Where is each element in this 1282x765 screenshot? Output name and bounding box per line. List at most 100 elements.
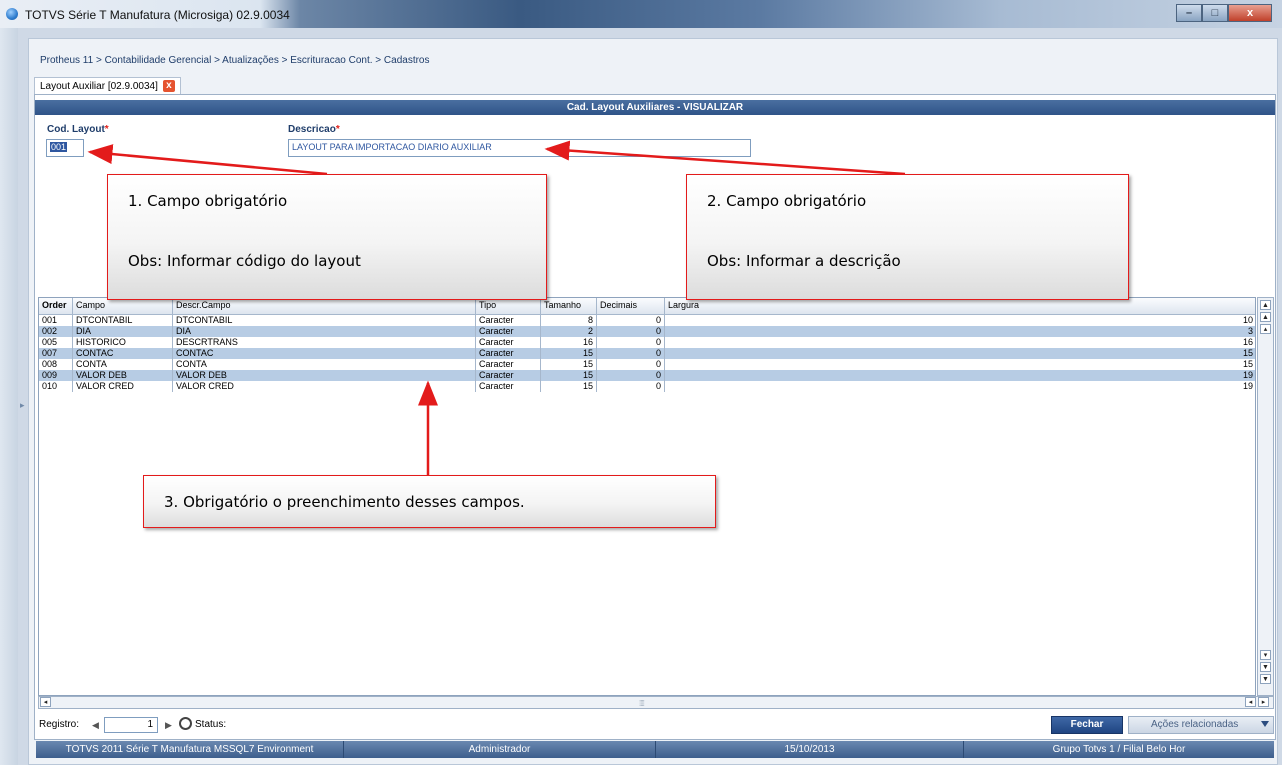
table-row[interactable]: 007 CONTAC CONTAC Caracter 15 0 15 bbox=[39, 348, 1255, 359]
cell-campo: DTCONTABIL bbox=[73, 315, 173, 326]
cell-tipo: Caracter bbox=[476, 370, 541, 381]
cod-layout-label: Cod. Layout* bbox=[47, 124, 109, 135]
scroll-page-down-icon[interactable]: ▼ bbox=[1260, 662, 1271, 672]
cell-largura: 19 bbox=[665, 370, 1255, 381]
left-frame bbox=[0, 28, 18, 765]
window-title: TOTVS Série T Manufatura (Microsiga) 02.… bbox=[25, 8, 290, 22]
registro-field[interactable]: 1 bbox=[104, 717, 158, 733]
fechar-button[interactable]: Fechar bbox=[1051, 716, 1123, 734]
record-next-icon[interactable]: ▶ bbox=[165, 720, 172, 731]
cell-campo: CONTAC bbox=[73, 348, 173, 359]
cell-largura: 3 bbox=[665, 326, 1255, 337]
cell-tipo: Caracter bbox=[476, 337, 541, 348]
scroll-left-icon[interactable]: ◂ bbox=[40, 697, 51, 707]
cell-campo: CONTA bbox=[73, 359, 173, 370]
status-bar: TOTVS 2011 Série T Manufatura MSSQL7 Env… bbox=[36, 741, 1274, 758]
cod-layout-label-text: Cod. Layout bbox=[47, 124, 105, 135]
status-user: Administrador bbox=[344, 741, 656, 758]
scroll-right-icon[interactable]: ▸ bbox=[1258, 697, 1269, 707]
record-prev-icon[interactable]: ◀ bbox=[92, 720, 99, 731]
scroll-first-icon[interactable]: ▲ bbox=[1260, 300, 1271, 310]
cell-tipo: Caracter bbox=[476, 326, 541, 337]
tab-close-icon[interactable]: x bbox=[162, 80, 175, 92]
cell-tamanho: 2 bbox=[541, 326, 597, 337]
cell-order: 005 bbox=[39, 337, 73, 348]
cell-order: 001 bbox=[39, 315, 73, 326]
cell-tamanho: 16 bbox=[541, 337, 597, 348]
cell-decimais: 0 bbox=[597, 370, 665, 381]
scroll-left-end-icon[interactable]: ◂ bbox=[1245, 697, 1256, 707]
cell-tamanho: 15 bbox=[541, 370, 597, 381]
registro-label: Registro: bbox=[39, 719, 80, 730]
minimize-button[interactable]: – bbox=[1176, 4, 1202, 22]
col-header-descr-campo[interactable]: Descr.Campo bbox=[173, 298, 476, 315]
table-row[interactable]: 010 VALOR CRED VALOR CRED Caracter 15 0 … bbox=[39, 381, 1255, 392]
cell-campo: DIA bbox=[73, 326, 173, 337]
scroll-grip-icon[interactable]: ⁞⁞⁞⁞ bbox=[639, 699, 645, 708]
scroll-page-up-icon[interactable]: ▲ bbox=[1260, 312, 1271, 322]
descricao-field[interactable]: LAYOUT PARA IMPORTACAO DIARIO AUXILIAR bbox=[288, 139, 751, 157]
window-titlebar: TOTVS Série T Manufatura (Microsiga) 02.… bbox=[0, 0, 1282, 28]
required-mark: * bbox=[104, 124, 109, 135]
tab-label: Layout Auxiliar [02.9.0034] bbox=[40, 80, 158, 92]
col-header-largura[interactable]: Largura bbox=[665, 298, 1255, 315]
cell-decimais: 0 bbox=[597, 326, 665, 337]
col-header-tipo[interactable]: Tipo bbox=[476, 298, 541, 315]
table-row[interactable]: 008 CONTA CONTA Caracter 15 0 15 bbox=[39, 359, 1255, 370]
col-header-campo[interactable]: Campo bbox=[73, 298, 173, 315]
cell-tamanho: 15 bbox=[541, 381, 597, 392]
cell-largura: 15 bbox=[665, 359, 1255, 370]
status-environment: TOTVS 2011 Série T Manufatura MSSQL7 Env… bbox=[36, 741, 344, 758]
callout-3-text: 3. Obrigatório o preenchimento desses ca… bbox=[164, 493, 525, 511]
cell-largura: 16 bbox=[665, 337, 1255, 348]
status-branch: Grupo Totvs 1 / Filial Belo Hor bbox=[1052, 744, 1186, 755]
cod-layout-value: 001 bbox=[50, 142, 68, 152]
cell-descr-campo: VALOR CRED bbox=[173, 381, 476, 392]
scroll-up-icon[interactable]: ▴ bbox=[1260, 324, 1271, 334]
table-row[interactable]: 005 HISTORICO DESCRTRANS Caracter 16 0 1… bbox=[39, 337, 1255, 348]
grid-header: Order Campo Descr.Campo Tipo Tamanho Dec… bbox=[39, 298, 1255, 315]
cell-order: 007 bbox=[39, 348, 73, 359]
cell-largura: 10 bbox=[665, 315, 1255, 326]
table-row[interactable]: 002 DIA DIA Caracter 2 0 3 bbox=[39, 326, 1255, 337]
cell-tipo: Caracter bbox=[476, 381, 541, 392]
col-header-tamanho[interactable]: Tamanho bbox=[541, 298, 597, 315]
cell-largura: 19 bbox=[665, 381, 1255, 392]
cell-tipo: Caracter bbox=[476, 348, 541, 359]
acoes-relacionadas-button[interactable]: Ações relacionadas bbox=[1128, 716, 1274, 734]
cell-decimais: 0 bbox=[597, 359, 665, 370]
cell-descr-campo: DESCRTRANS bbox=[173, 337, 476, 348]
cod-layout-field[interactable]: 001 bbox=[46, 139, 84, 157]
close-window-button[interactable]: x bbox=[1228, 4, 1272, 22]
scroll-down-icon[interactable]: ▾ bbox=[1260, 650, 1271, 660]
search-icon[interactable] bbox=[179, 717, 192, 730]
descricao-label-text: Descricao bbox=[288, 124, 336, 135]
cell-descr-campo: VALOR DEB bbox=[173, 370, 476, 381]
status-date: 15/10/2013 bbox=[656, 741, 964, 758]
breadcrumb: Protheus 11 > Contabilidade Gerencial > … bbox=[40, 55, 430, 66]
scroll-last-icon[interactable]: ▼ bbox=[1260, 674, 1271, 684]
cell-largura: 15 bbox=[665, 348, 1255, 359]
cell-campo: VALOR DEB bbox=[73, 370, 173, 381]
cell-tamanho: 15 bbox=[541, 359, 597, 370]
grid-horizontal-scrollbar[interactable]: ◂ ⁞⁞⁞⁞ ◂ ▸ bbox=[38, 696, 1274, 709]
acoes-relacionadas-label: Ações relacionadas bbox=[1151, 719, 1239, 730]
grid-vertical-scrollbar[interactable]: ▲ ▲ ▴ ▾ ▼ ▼ bbox=[1257, 297, 1274, 696]
callout-cod-layout: 1. Campo obrigatório Obs: Informar códig… bbox=[107, 174, 547, 300]
callout-descricao: 2. Campo obrigatório Obs: Informar a des… bbox=[686, 174, 1129, 300]
col-header-decimais[interactable]: Decimais bbox=[597, 298, 665, 315]
tab-layout-auxiliar[interactable]: Layout Auxiliar [02.9.0034] x bbox=[34, 77, 181, 94]
table-row[interactable]: 009 VALOR DEB VALOR DEB Caracter 15 0 19 bbox=[39, 370, 1255, 381]
col-header-order[interactable]: Order bbox=[39, 298, 73, 315]
cell-descr-campo: CONTA bbox=[173, 359, 476, 370]
expand-panel-handle-icon[interactable]: ▸ bbox=[20, 400, 25, 411]
callout-2-note: Obs: Informar a descrição bbox=[707, 252, 901, 270]
callout-2-title: 2. Campo obrigatório bbox=[707, 192, 867, 210]
maximize-button[interactable]: □ bbox=[1202, 4, 1228, 22]
cell-order: 002 bbox=[39, 326, 73, 337]
cell-order: 009 bbox=[39, 370, 73, 381]
chevron-down-icon bbox=[1261, 721, 1269, 727]
cell-order: 008 bbox=[39, 359, 73, 370]
panel-title: Cad. Layout Auxiliares - VISUALIZAR bbox=[35, 100, 1275, 115]
table-row[interactable]: 001 DTCONTABIL DTCONTABIL Caracter 8 0 1… bbox=[39, 315, 1255, 326]
